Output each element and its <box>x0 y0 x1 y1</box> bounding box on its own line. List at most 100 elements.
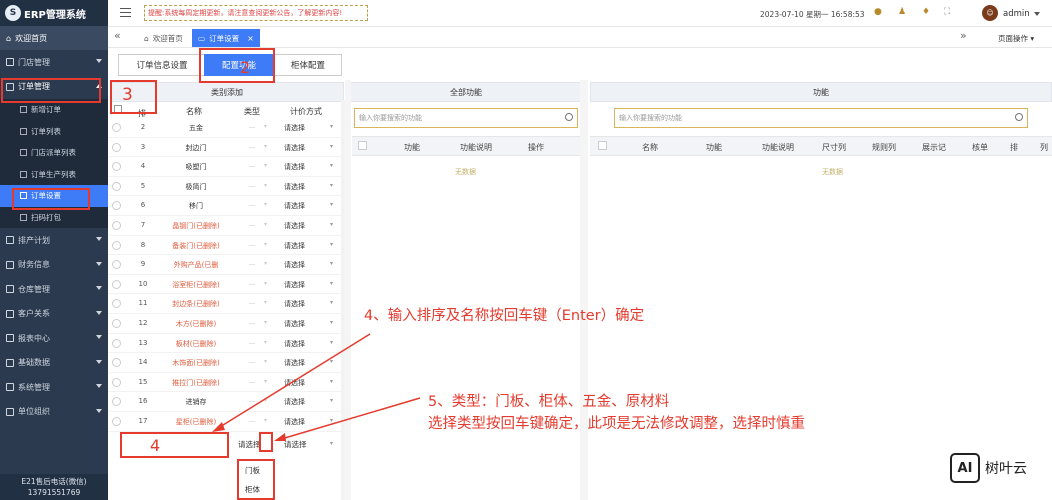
row-pricing-select[interactable]: 请选择 <box>284 201 305 211</box>
row-radio[interactable] <box>112 201 121 211</box>
row-pricing-select[interactable]: 请选择 <box>284 280 305 290</box>
row-pricing-select[interactable]: 请选择 <box>284 143 305 153</box>
table-row[interactable]: 13 板材(已删除) — ▾ 请选择 ▾ <box>108 334 344 354</box>
sidebar-item-warehouse[interactable]: 仓库管理 <box>0 277 108 302</box>
search-icon[interactable] <box>1015 113 1023 121</box>
user-icon[interactable]: ♟ <box>898 7 906 17</box>
select-all-checkbox[interactable] <box>598 141 607 150</box>
chevron-down-icon[interactable]: ▾ <box>330 182 333 189</box>
table-row[interactable]: 16 进销存 — ▾ 请选择 ▾ <box>108 392 344 412</box>
chevron-down-icon[interactable]: ▾ <box>330 440 333 447</box>
table-row[interactable]: 6 移门 — ▾ 请选择 ▾ <box>108 196 344 216</box>
sidebar-item-org[interactable]: 单位组织 <box>0 400 108 425</box>
fullscreen-icon[interactable]: ⛶ <box>944 7 950 17</box>
functions-search-input[interactable]: 输入你要搜索的功能 <box>614 108 1028 128</box>
select-all-checkbox[interactable] <box>358 141 367 150</box>
chevron-down-icon[interactable]: ▾ <box>330 280 333 287</box>
chevron-down-icon[interactable]: ▾ <box>330 221 333 228</box>
row-radio[interactable] <box>112 123 121 132</box>
row-pricing-select[interactable]: 请选择 <box>284 299 305 309</box>
row-radio[interactable] <box>112 279 121 289</box>
chevron-down-icon[interactable]: ▾ <box>330 260 333 267</box>
sidebar-item-finance[interactable]: 财务信息 <box>0 253 108 278</box>
sidebar-item-system[interactable]: 系统管理 <box>0 375 108 400</box>
system-notice[interactable]: 提醒:系统每周定期更新，请注意查阅更新公告，了解更新内容! <box>144 5 368 21</box>
app-logo[interactable]: S ERP管理系统 <box>0 0 108 26</box>
close-icon[interactable]: × <box>247 34 254 43</box>
table-row[interactable]: 5 极简门 — ▾ 请选择 ▾ <box>108 177 344 197</box>
sidebar-item-schedule[interactable]: 排产计划 <box>0 228 108 253</box>
row-radio[interactable] <box>112 377 121 387</box>
chevron-down-icon[interactable] <box>1034 12 1040 16</box>
sidebar-item-reports[interactable]: 报表中心 <box>0 326 108 351</box>
chevron-down-icon[interactable]: ▾ <box>330 378 333 385</box>
tab-home[interactable]: ⌂ 欢迎首页 <box>138 29 189 47</box>
row-pricing-select[interactable]: 请选择 <box>284 417 305 427</box>
sidebar-subitem-production-list[interactable]: 订单生产列表 <box>0 163 108 185</box>
new-category-pricing-select[interactable]: 请选择 <box>284 439 307 450</box>
row-pricing-select[interactable]: 请选择 <box>284 397 305 407</box>
table-row[interactable]: 12 木方(已删除) — ▾ 请选择 ▾ <box>108 314 344 334</box>
table-row[interactable]: 14 木饰面(已删除) — ▾ 请选择 ▾ <box>108 353 344 373</box>
bell-icon[interactable]: ● <box>874 7 882 17</box>
table-row[interactable]: 11 封边条(已删除) — ▾ 请选择 ▾ <box>108 294 344 314</box>
type-select-highlight[interactable] <box>259 432 273 452</box>
row-radio[interactable] <box>112 260 121 270</box>
row-radio[interactable] <box>112 358 121 368</box>
table-row[interactable]: 10 浴室柜(已删除) — ▾ 请选择 ▾ <box>108 275 344 295</box>
tabs-scroll-right-icon[interactable]: » <box>960 29 967 42</box>
row-pricing-select[interactable]: 请选择 <box>284 182 305 192</box>
tabs-scroll-left-icon[interactable]: « <box>114 29 121 42</box>
row-radio[interactable] <box>112 397 121 407</box>
chevron-down-icon[interactable]: ▾ <box>330 417 333 424</box>
chevron-down-icon[interactable]: ▾ <box>330 162 333 169</box>
row-radio[interactable] <box>112 417 121 426</box>
menu-toggle-icon[interactable] <box>120 8 131 17</box>
all-functions-search-input[interactable]: 输入你要搜索的功能 <box>354 108 578 128</box>
table-row[interactable]: 4 吸塑门 — ▾ 请选择 ▾ <box>108 157 344 177</box>
pin-icon[interactable]: ♦ <box>922 7 930 17</box>
chevron-down-icon[interactable]: ▾ <box>330 319 333 326</box>
row-pricing-select[interactable]: 请选择 <box>284 378 305 388</box>
sidebar-item-store[interactable]: 门店管理 <box>0 50 108 75</box>
row-pricing-select[interactable]: 请选择 <box>284 123 305 133</box>
chevron-down-icon[interactable]: ▾ <box>330 299 333 306</box>
avatar[interactable]: ☺ <box>982 5 998 21</box>
row-radio[interactable] <box>112 142 121 152</box>
table-row[interactable]: 2 五金 — ▾ 请选择 ▾ <box>108 118 344 138</box>
table-row[interactable]: 7 晶钢门(已删除) — ▾ 请选择 ▾ <box>108 216 344 236</box>
row-pricing-select[interactable]: 请选择 <box>284 221 305 231</box>
chevron-down-icon[interactable]: ▾ <box>330 358 333 365</box>
row-pricing-select[interactable]: 请选择 <box>284 358 305 368</box>
row-radio[interactable] <box>112 240 121 250</box>
row-radio[interactable] <box>112 221 121 230</box>
chevron-down-icon[interactable]: ▾ <box>330 201 333 208</box>
sidebar-subitem-store-dispatch[interactable]: 门店派单列表 <box>0 142 108 164</box>
table-row[interactable]: 9 外购产品(已删 — ▾ 请选择 ▾ <box>108 255 344 275</box>
table-row[interactable]: 17 星柜(已删除) — ▾ 请选择 ▾ <box>108 412 344 432</box>
sidebar-item-home[interactable]: ⌂ 欢迎首页 <box>0 26 108 50</box>
page-ops-dropdown[interactable]: 页面操作 ▾ <box>998 33 1034 44</box>
username[interactable]: admin <box>1003 9 1030 19</box>
new-category-input[interactable] <box>120 432 229 458</box>
row-radio[interactable] <box>112 319 121 328</box>
chevron-down-icon[interactable]: ▾ <box>330 143 333 150</box>
subtab-order-info[interactable]: 订单信息设置 <box>118 54 206 76</box>
chevron-down-icon[interactable]: ▾ <box>330 339 333 346</box>
type-option-door-panel[interactable]: 门板 <box>239 461 273 480</box>
subtab-cabinet-config[interactable]: 柜体配置 <box>274 54 342 76</box>
row-radio[interactable] <box>112 162 121 172</box>
row-pricing-select[interactable]: 请选择 <box>284 241 305 251</box>
search-icon[interactable] <box>565 113 573 121</box>
chevron-down-icon[interactable]: ▾ <box>330 123 333 130</box>
sidebar-subitem-order-list[interactable]: 订单列表 <box>0 120 108 142</box>
row-pricing-select[interactable]: 请选择 <box>284 162 305 172</box>
table-row[interactable]: 15 推拉门(已删除) — ▾ 请选择 ▾ <box>108 373 344 393</box>
table-row[interactable]: 8 备装门(已删除) — ▾ 请选择 ▾ <box>108 236 344 256</box>
sidebar-item-customers[interactable]: 客户关系 <box>0 302 108 327</box>
tab-order-settings[interactable]: ▭ 订单设置 × <box>192 29 260 47</box>
row-pricing-select[interactable]: 请选择 <box>284 339 305 349</box>
sidebar-item-basic-data[interactable]: 基础数据 <box>0 351 108 376</box>
row-pricing-select[interactable]: 请选择 <box>284 319 305 329</box>
chevron-down-icon[interactable]: ▾ <box>330 397 333 404</box>
